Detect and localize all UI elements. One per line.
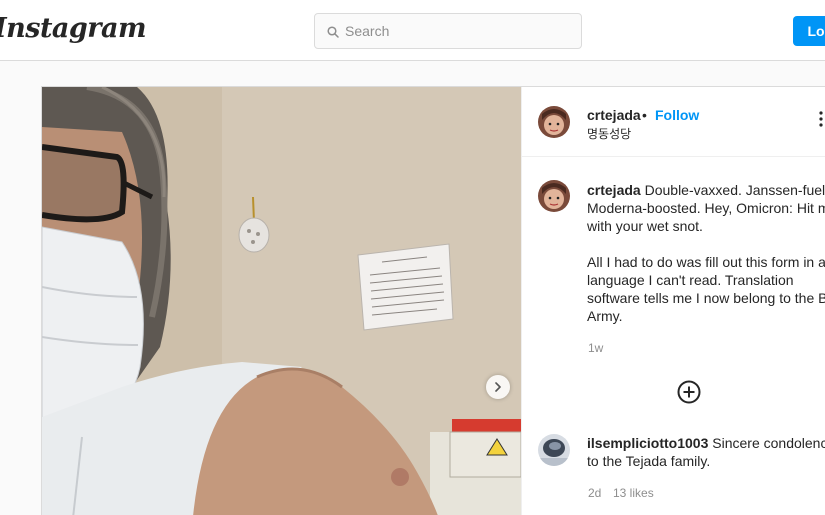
separator-dot: • (642, 107, 647, 123)
next-photo-button[interactable] (486, 375, 510, 399)
instagram-logo[interactable]: Instagram (0, 13, 147, 44)
comment-username[interactable]: ilsempliciotto1003 (587, 435, 708, 451)
search-box[interactable] (314, 13, 582, 49)
post-card: crtejada • Follow 명동성당 crtejada Double-v… (41, 86, 825, 515)
plus-circle-icon[interactable] (677, 380, 701, 404)
post-location[interactable]: 명동성당 (587, 125, 631, 142)
comment-age[interactable]: 2d (588, 486, 601, 500)
search-icon (327, 25, 339, 38)
comment-likes[interactable]: 13 likes (613, 486, 654, 500)
login-button[interactable]: Log In (793, 16, 825, 46)
search-input[interactable] (345, 23, 565, 39)
comment: ilsempliciotto1003 Sincere condolences t… (587, 434, 825, 470)
post-header: crtejada • Follow 명동성당 (522, 87, 825, 157)
more-options-icon[interactable] (819, 111, 823, 127)
post-photo[interactable] (42, 87, 521, 515)
caption-text-2: All I had to do was fill out this form i… (587, 254, 825, 324)
chevron-right-icon (495, 382, 501, 392)
caption-username[interactable]: crtejada (587, 182, 641, 198)
follow-button[interactable]: Follow (655, 107, 699, 123)
author-avatar[interactable] (538, 106, 570, 138)
caption-avatar[interactable] (538, 180, 570, 212)
post-sidebar: crtejada • Follow 명동성당 crtejada Double-v… (521, 87, 825, 515)
comment-avatar[interactable] (538, 434, 570, 466)
top-nav: Instagram Log In (0, 0, 825, 61)
caption-age[interactable]: 1w (588, 341, 603, 355)
author-username[interactable]: crtejada (587, 107, 641, 123)
post-caption: crtejada Double-vaxxed. Janssen-fueled. … (587, 181, 825, 343)
